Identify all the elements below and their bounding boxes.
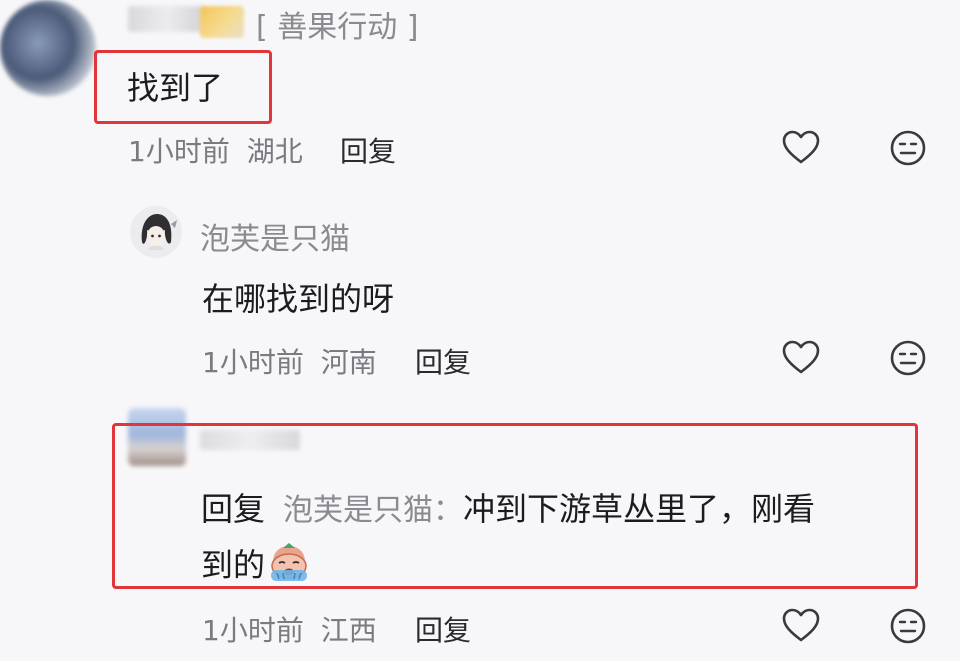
reply-text-line2: 到的: [201, 540, 311, 590]
comment-text: 找到了: [127, 69, 224, 107]
reply-button[interactable]: 回复: [415, 341, 471, 381]
like-heart-icon[interactable]: [781, 128, 821, 168]
reply-time: 1小时前: [202, 346, 304, 379]
reply-username[interactable]: 泡芙是只猫: [200, 214, 350, 258]
reply-button[interactable]: 回复: [340, 130, 396, 170]
reply-location: 江西: [320, 614, 377, 647]
reply-text-cont: 到的: [201, 546, 266, 584]
avatar[interactable]: [130, 206, 182, 258]
reply-location: 河南: [320, 346, 377, 379]
avatar[interactable]: [0, 0, 96, 96]
reply-time: 1小时前: [202, 614, 304, 647]
like-heart-icon[interactable]: [781, 338, 821, 378]
crying-emoji-icon: [267, 542, 311, 590]
dislike-face-icon[interactable]: [888, 338, 928, 378]
reply-meta: 1小时前 江西: [202, 609, 377, 649]
reply-text-line1: 回复 泡芙是只猫：冲到下游草丛里了，刚看: [201, 484, 815, 530]
comment-location: 湖北: [246, 135, 303, 168]
user-badge: [200, 6, 244, 38]
comment-time: 1小时前: [128, 135, 230, 168]
reply-prefix: 回复: [201, 490, 266, 528]
reply-text: 冲到下游草丛里了，刚看: [463, 490, 816, 528]
group-tag[interactable]: [ 善果行动 ]: [256, 2, 418, 46]
like-heart-icon[interactable]: [781, 606, 821, 646]
username-blurred[interactable]: [128, 6, 204, 32]
reply-meta: 1小时前 河南: [202, 341, 377, 381]
reply-to-username[interactable]: 泡芙是只猫：: [283, 493, 463, 528]
reply-button[interactable]: 回复: [415, 609, 471, 649]
comment-meta: 1小时前 湖北: [128, 130, 303, 170]
dislike-face-icon[interactable]: [888, 128, 928, 168]
dislike-face-icon[interactable]: [888, 606, 928, 646]
reply-text: 在哪找到的呀: [202, 280, 395, 318]
